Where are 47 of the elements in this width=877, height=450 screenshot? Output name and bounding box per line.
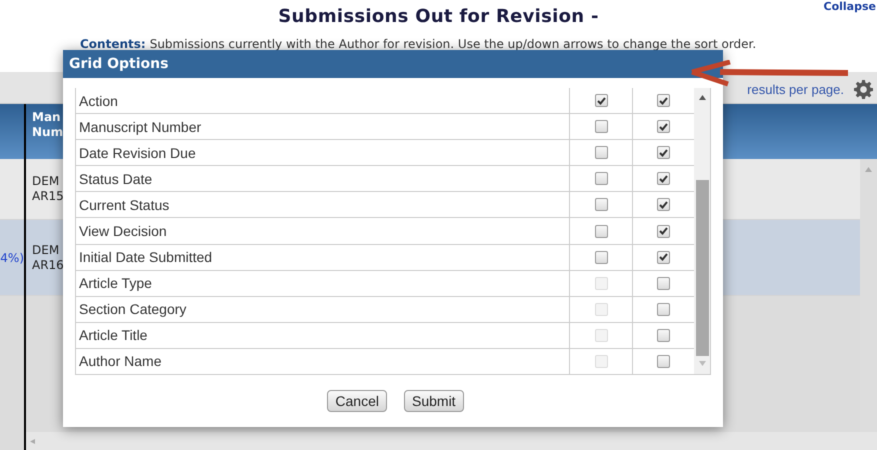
grid-row[interactable]: 4%) (0, 220, 24, 296)
scrollbar[interactable] (694, 88, 710, 374)
checkbox[interactable] (657, 250, 670, 264)
checkbox[interactable] (594, 94, 608, 108)
page-title: Submissions Out for Revision - (278, 6, 599, 27)
checkbox[interactable] (657, 224, 670, 238)
option-label: Author Name (78, 352, 162, 372)
table-cell-text: DEM AR16 (31, 242, 65, 272)
option-label: Initial Date Submitted (78, 248, 214, 268)
checkbox[interactable] (594, 224, 608, 238)
dialog-title: Grid Options (63, 50, 723, 78)
cancel-button[interactable]: Cancel (327, 390, 387, 412)
scroll-down-icon[interactable] (698, 361, 706, 366)
contents-text: Contents: Submissions currently with the Author for revision. Use the up/down arrows to change the sort order. (80, 37, 756, 51)
checkbox[interactable] (594, 146, 608, 160)
table-cell-text: DEM AR15 (31, 174, 65, 204)
checkbox[interactable] (657, 146, 670, 160)
scroll-left-icon[interactable] (30, 438, 37, 444)
header-band (0, 104, 24, 159)
checkbox[interactable] (594, 250, 608, 264)
option-label: Action (78, 92, 119, 111)
collapse-link[interactable]: Collapse (824, 0, 876, 13)
table-cell: 4%) (0, 250, 24, 264)
checkbox[interactable] (657, 276, 670, 290)
option-label: Manuscript Number (78, 118, 202, 137)
scroll-thumb[interactable] (696, 180, 708, 356)
submit-button[interactable]: Submit (404, 390, 464, 412)
option-label: Article Title (78, 326, 148, 346)
checkbox[interactable] (594, 172, 608, 186)
checkbox[interactable] (657, 302, 670, 316)
option-label: Current Status (78, 196, 170, 215)
checkbox[interactable] (594, 120, 608, 134)
option-label: View Decision (78, 222, 168, 242)
checkbox[interactable] (594, 198, 608, 212)
option-label: Section Category (78, 300, 188, 320)
settings-icon[interactable] (854, 80, 873, 99)
option-label: Article Type (78, 274, 153, 294)
results-per-page-link[interactable]: results per page. (747, 82, 844, 97)
checkbox[interactable] (657, 94, 670, 108)
option-label: Status Date (78, 170, 154, 189)
checkbox[interactable] (657, 354, 670, 368)
checkbox[interactable] (657, 172, 670, 186)
checkbox[interactable] (657, 198, 670, 212)
checkbox[interactable] (657, 120, 670, 134)
checkbox[interactable] (657, 328, 670, 342)
scroll-up-icon[interactable] (698, 95, 706, 100)
option-label: Date Revision Due (78, 144, 197, 163)
